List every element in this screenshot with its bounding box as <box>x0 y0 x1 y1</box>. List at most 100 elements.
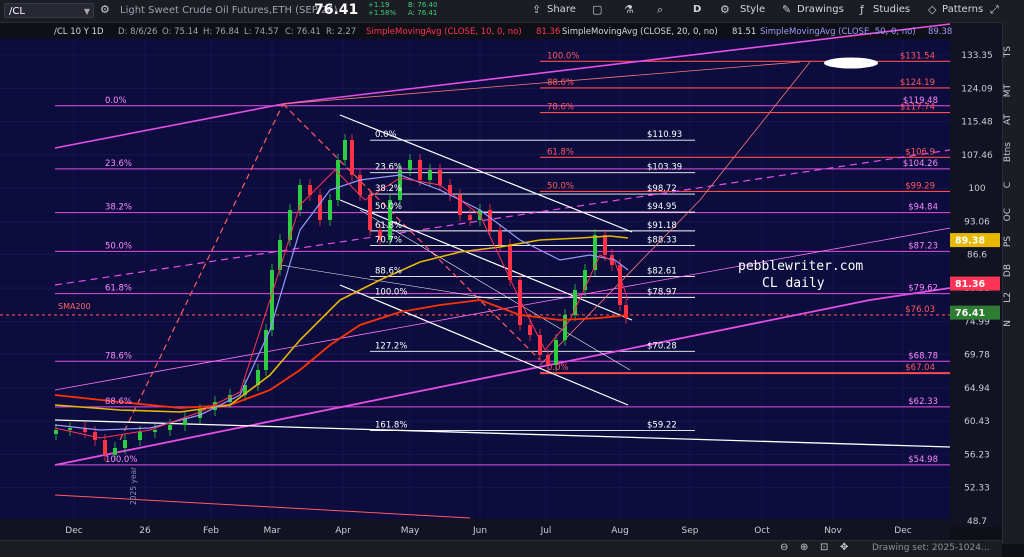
rb-ps[interactable]: PS <box>1003 236 1024 247</box>
gear-icon[interactable]: ⚙ <box>100 3 110 16</box>
fib-label-red: 78.6% <box>547 103 574 113</box>
price-tick-label: 52.33 <box>964 484 990 494</box>
time-tick-label: 26 <box>139 526 151 536</box>
fib-price-red: $76.03 <box>905 305 935 315</box>
sma200-label: SMA200 <box>58 302 91 311</box>
flask-icon[interactable]: ⚗ <box>624 3 634 16</box>
sma50-legend[interactable]: SimpleMovingAvg (CLOSE, 50, 0, no) <box>760 27 916 37</box>
fib-label-white: 0.0% <box>375 130 397 140</box>
price-tick-label: 60.43 <box>964 417 990 427</box>
drawings-menu[interactable]: Drawings <box>797 4 844 15</box>
timeframe-button[interactable]: D <box>693 4 701 15</box>
rb-btns[interactable]: Btns <box>1003 142 1024 162</box>
candle-body <box>343 140 347 160</box>
bid-value: B: 76.40 <box>408 1 438 9</box>
fib-label-magenta: 100.0% <box>105 455 137 465</box>
chart-background <box>0 22 1002 527</box>
zoom-out-icon[interactable]: ⊖ <box>780 542 788 553</box>
pencil-icon[interactable]: ✎ <box>782 3 791 16</box>
rb-c[interactable]: C <box>1003 182 1024 188</box>
share-button[interactable]: Share <box>547 4 576 15</box>
fib-label-magenta: 38.2% <box>105 203 132 213</box>
candle-body <box>488 210 492 230</box>
patterns-icon[interactable]: ◇ <box>928 3 936 16</box>
candle-body <box>93 432 97 440</box>
price-badge-label: 81.36 <box>955 279 985 290</box>
price-tick-label: 48.7 <box>967 517 987 527</box>
fib-price-white: $82.61 <box>647 267 677 277</box>
header-open: O: 75.14 <box>162 27 198 37</box>
fib-price-red: $99.29 <box>905 181 935 191</box>
candle-body <box>318 195 322 220</box>
time-tick-label: Dec <box>65 526 82 536</box>
fib-price-white: $98.72 <box>647 184 677 194</box>
candle-body <box>368 195 372 230</box>
fib-label-red: 0.0% <box>547 363 569 373</box>
fit-icon[interactable]: ⊡ <box>820 542 828 553</box>
sma10-legend[interactable]: SimpleMovingAvg (CLOSE, 10, 0, no) <box>366 27 522 37</box>
price-tick-label: 133.35 <box>961 51 993 61</box>
instrument-description: Light Sweet Crude Oil Futures,ETH (SEP 2… <box>120 5 338 16</box>
rb-n[interactable]: N <box>1003 320 1024 327</box>
header-close: C: 76.41 <box>285 27 321 37</box>
fib-label-magenta: 88.6% <box>105 397 132 407</box>
candle-body <box>603 235 607 255</box>
square-icon[interactable]: ▢ <box>592 3 602 16</box>
fib-price-magenta: $79.62 <box>908 284 938 294</box>
annotation-line-2: CL daily <box>762 276 825 291</box>
candle-body <box>328 200 332 220</box>
top-toolbar: /CL ▼ ⚙ Light Sweet Crude Oil Futures,ETH… <box>0 0 1024 23</box>
style-menu[interactable]: Style <box>740 4 765 15</box>
fib-price-white: $110.93 <box>647 130 682 140</box>
crosshair-icon[interactable]: ✥ <box>840 542 848 553</box>
header-low: L: 74.57 <box>244 27 279 37</box>
time-tick-label: Oct <box>754 526 770 536</box>
patterns-menu[interactable]: Patterns <box>942 4 983 15</box>
sma50-legend-value: 89.38 <box>928 27 952 37</box>
header-date: D: 8/6/26 <box>118 27 157 37</box>
symbol-selector[interactable]: /CL ▼ <box>4 3 94 18</box>
status-bar: ⊖ ⊕ ⊡ ✥ Drawing set: 2025-1024... <box>0 540 1002 557</box>
fib-label-red: 50.0% <box>547 181 574 191</box>
time-tick-label: Feb <box>203 526 219 536</box>
chevron-down-icon: ▼ <box>83 7 90 16</box>
candle-body <box>336 160 340 200</box>
drawing-set-status: Drawing set: 2025-1024... <box>872 543 990 553</box>
studies-menu[interactable]: Studies <box>873 4 910 15</box>
rb-oc[interactable]: OC <box>1003 208 1024 221</box>
price-badge-label: 76.41 <box>955 308 985 319</box>
gear-icon-2[interactable]: ⚙ <box>720 3 730 16</box>
rb-l2[interactable]: L2 <box>1003 292 1024 303</box>
fib-label-white: 100.0% <box>375 287 407 297</box>
candle-body <box>418 160 422 180</box>
fib-label-white: 70.7% <box>375 236 402 246</box>
fib-price-white: $88.33 <box>647 236 677 246</box>
rb-at[interactable]: AT <box>1003 114 1024 125</box>
rb-mt[interactable]: MT <box>1003 84 1024 97</box>
studies-icon[interactable]: ƒ <box>860 3 864 16</box>
share-icon[interactable]: ⇪ <box>532 3 541 16</box>
fib-label-white: 127.2% <box>375 341 407 351</box>
candle-body <box>350 140 354 175</box>
magnifier-icon[interactable]: ⌕ <box>657 3 663 17</box>
ask-value: A: 76.41 <box>408 9 438 17</box>
fib-label-magenta: 0.0% <box>105 96 127 106</box>
candle-body <box>270 270 274 330</box>
zoom-in-icon[interactable]: ⊕ <box>800 542 808 553</box>
price-tick-label: 93.06 <box>964 217 990 227</box>
highlight-ellipse <box>824 57 878 69</box>
maximize-icon[interactable]: ⤢ <box>990 3 999 17</box>
price-chart[interactable]: 0.0% 23.6% 38.2% 50.0% 61.8% 78.6% 88.6% 100.0%… <box>0 0 1024 556</box>
sma20-legend[interactable]: SimpleMovingAvg (CLOSE, 20, 0, no) <box>562 27 718 37</box>
fib-price-white: $91.18 <box>647 221 677 231</box>
fib-price-white: $70.28 <box>647 341 677 351</box>
rb-db[interactable]: DB <box>1003 264 1024 277</box>
rb-ts[interactable]: TS <box>1003 46 1024 57</box>
fib-label-white: 23.6% <box>375 163 402 173</box>
fib-price-red: $106.9 <box>905 147 935 157</box>
fib-price-magenta: $94.84 <box>908 203 938 213</box>
fib-price-white: $59.22 <box>647 421 677 431</box>
fib-label-red: 61.8% <box>547 147 574 157</box>
fib-price-red: $124.19 <box>900 78 935 88</box>
candle-body <box>458 195 462 215</box>
